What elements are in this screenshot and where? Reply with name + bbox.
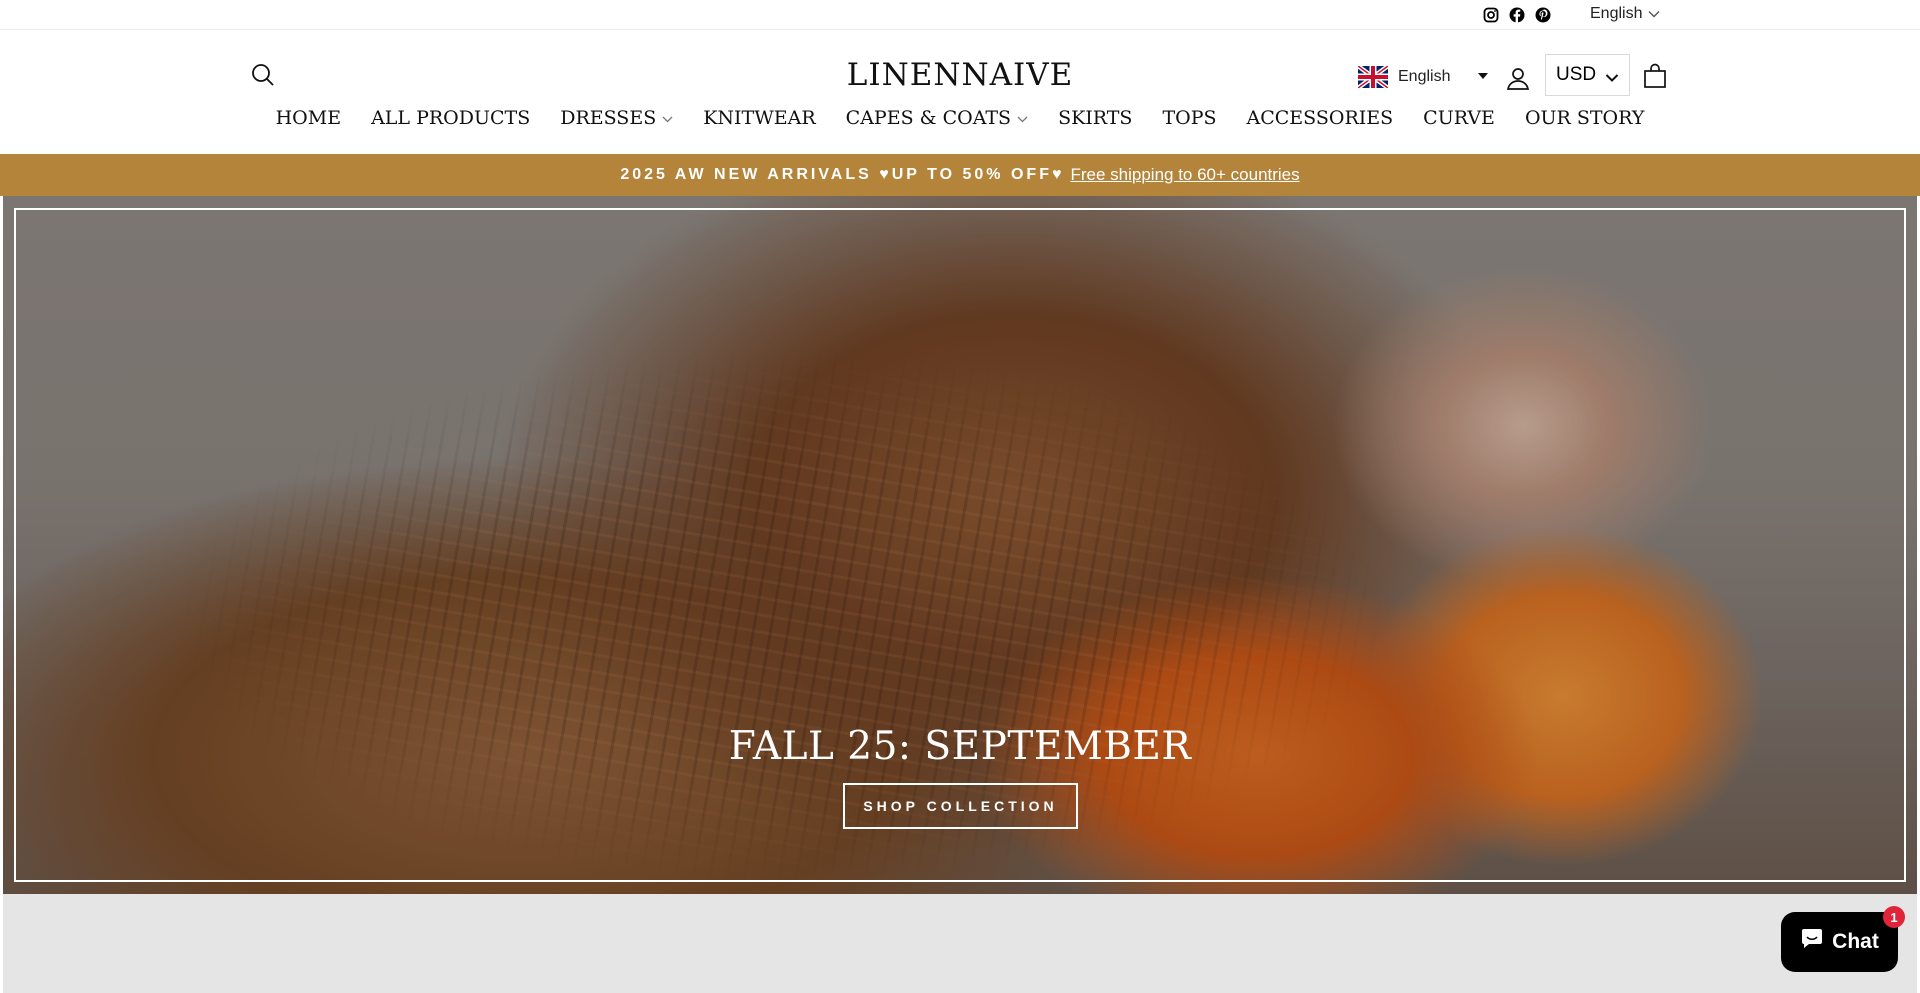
nav-label: ACCESSORIES bbox=[1246, 107, 1394, 129]
language-label: English bbox=[1590, 5, 1643, 22]
logo-link[interactable]: LINENNAIVE bbox=[847, 57, 1074, 93]
language-selector[interactable]: English bbox=[1590, 5, 1660, 23]
currency-value: USD bbox=[1556, 64, 1597, 85]
announcement-link[interactable]: Free shipping to 60+ countries bbox=[1070, 165, 1299, 185]
nav-item-all-products[interactable]: ALL PRODUCTS bbox=[356, 107, 545, 129]
pinterest-icon[interactable] bbox=[1534, 6, 1552, 24]
nav-item-dresses[interactable]: DRESSES bbox=[545, 107, 688, 129]
hero-banner[interactable]: FALL 25: SEPTEMBER SHOP COLLECTION bbox=[3, 196, 1917, 894]
uk-flag-icon bbox=[1356, 64, 1390, 90]
chat-label: Chat bbox=[1832, 930, 1879, 953]
chat-notification-badge: 1 bbox=[1883, 906, 1905, 928]
cart-icon[interactable] bbox=[1642, 63, 1670, 91]
nav-label: DRESSES bbox=[560, 107, 657, 129]
nav-item-accessories[interactable]: ACCESSORIES bbox=[1232, 107, 1409, 129]
translate-language-selector[interactable]: English bbox=[1356, 64, 1488, 90]
next-section bbox=[3, 894, 1917, 993]
nav-label: HOME bbox=[275, 107, 342, 129]
site-header: LINENNAIVE English USD HOME ALL PRODUCTS… bbox=[0, 30, 1920, 154]
site-logo: LINENNAIVE bbox=[0, 57, 1920, 93]
chevron-down-icon bbox=[1605, 67, 1619, 89]
chevron-down-icon bbox=[1017, 113, 1028, 126]
main-nav: HOME ALL PRODUCTS DRESSES KNITWEAR CAPES… bbox=[0, 107, 1920, 129]
translate-language-label: English bbox=[1398, 68, 1451, 85]
nav-item-knitwear[interactable]: KNITWEAR bbox=[688, 107, 830, 129]
nav-item-curve[interactable]: CURVE bbox=[1408, 107, 1510, 129]
instagram-icon[interactable] bbox=[1482, 6, 1500, 24]
nav-label: ALL PRODUCTS bbox=[371, 107, 531, 129]
chevron-down-icon bbox=[1648, 5, 1660, 23]
nav-item-our-story[interactable]: OUR STORY bbox=[1510, 107, 1659, 129]
nav-label: TOPS bbox=[1162, 107, 1217, 129]
nav-item-home[interactable]: HOME bbox=[261, 107, 356, 129]
nav-label: OUR STORY bbox=[1524, 107, 1645, 129]
facebook-icon[interactable] bbox=[1508, 6, 1526, 24]
shop-collection-button[interactable]: SHOP COLLECTION bbox=[843, 783, 1078, 829]
nav-item-capes-coats[interactable]: CAPES & COATS bbox=[831, 107, 1043, 129]
social-links bbox=[1482, 6, 1552, 24]
chat-icon bbox=[1800, 928, 1824, 956]
hero-frame bbox=[14, 208, 1906, 882]
currency-select[interactable]: USD bbox=[1545, 54, 1630, 96]
account-icon[interactable] bbox=[1505, 65, 1533, 93]
chevron-down-icon bbox=[662, 113, 673, 126]
chat-button[interactable]: Chat bbox=[1781, 912, 1898, 972]
caret-down-icon bbox=[1478, 73, 1488, 79]
nav-label: SKIRTS bbox=[1058, 107, 1133, 129]
announcement-bar: 2025 AW NEW ARRIVALS ♥UP TO 50% OFF♥ Fre… bbox=[0, 154, 1920, 196]
nav-item-tops[interactable]: TOPS bbox=[1147, 107, 1231, 129]
hero-title: FALL 25: SEPTEMBER bbox=[728, 724, 1192, 769]
announcement-text: 2025 AW NEW ARRIVALS ♥UP TO 50% OFF♥ bbox=[620, 166, 1065, 183]
nav-label: KNITWEAR bbox=[703, 107, 816, 129]
nav-item-skirts[interactable]: SKIRTS bbox=[1043, 107, 1147, 129]
nav-label: CAPES & COATS bbox=[845, 107, 1012, 129]
utility-bar: English bbox=[0, 0, 1920, 30]
nav-label: CURVE bbox=[1423, 107, 1495, 129]
